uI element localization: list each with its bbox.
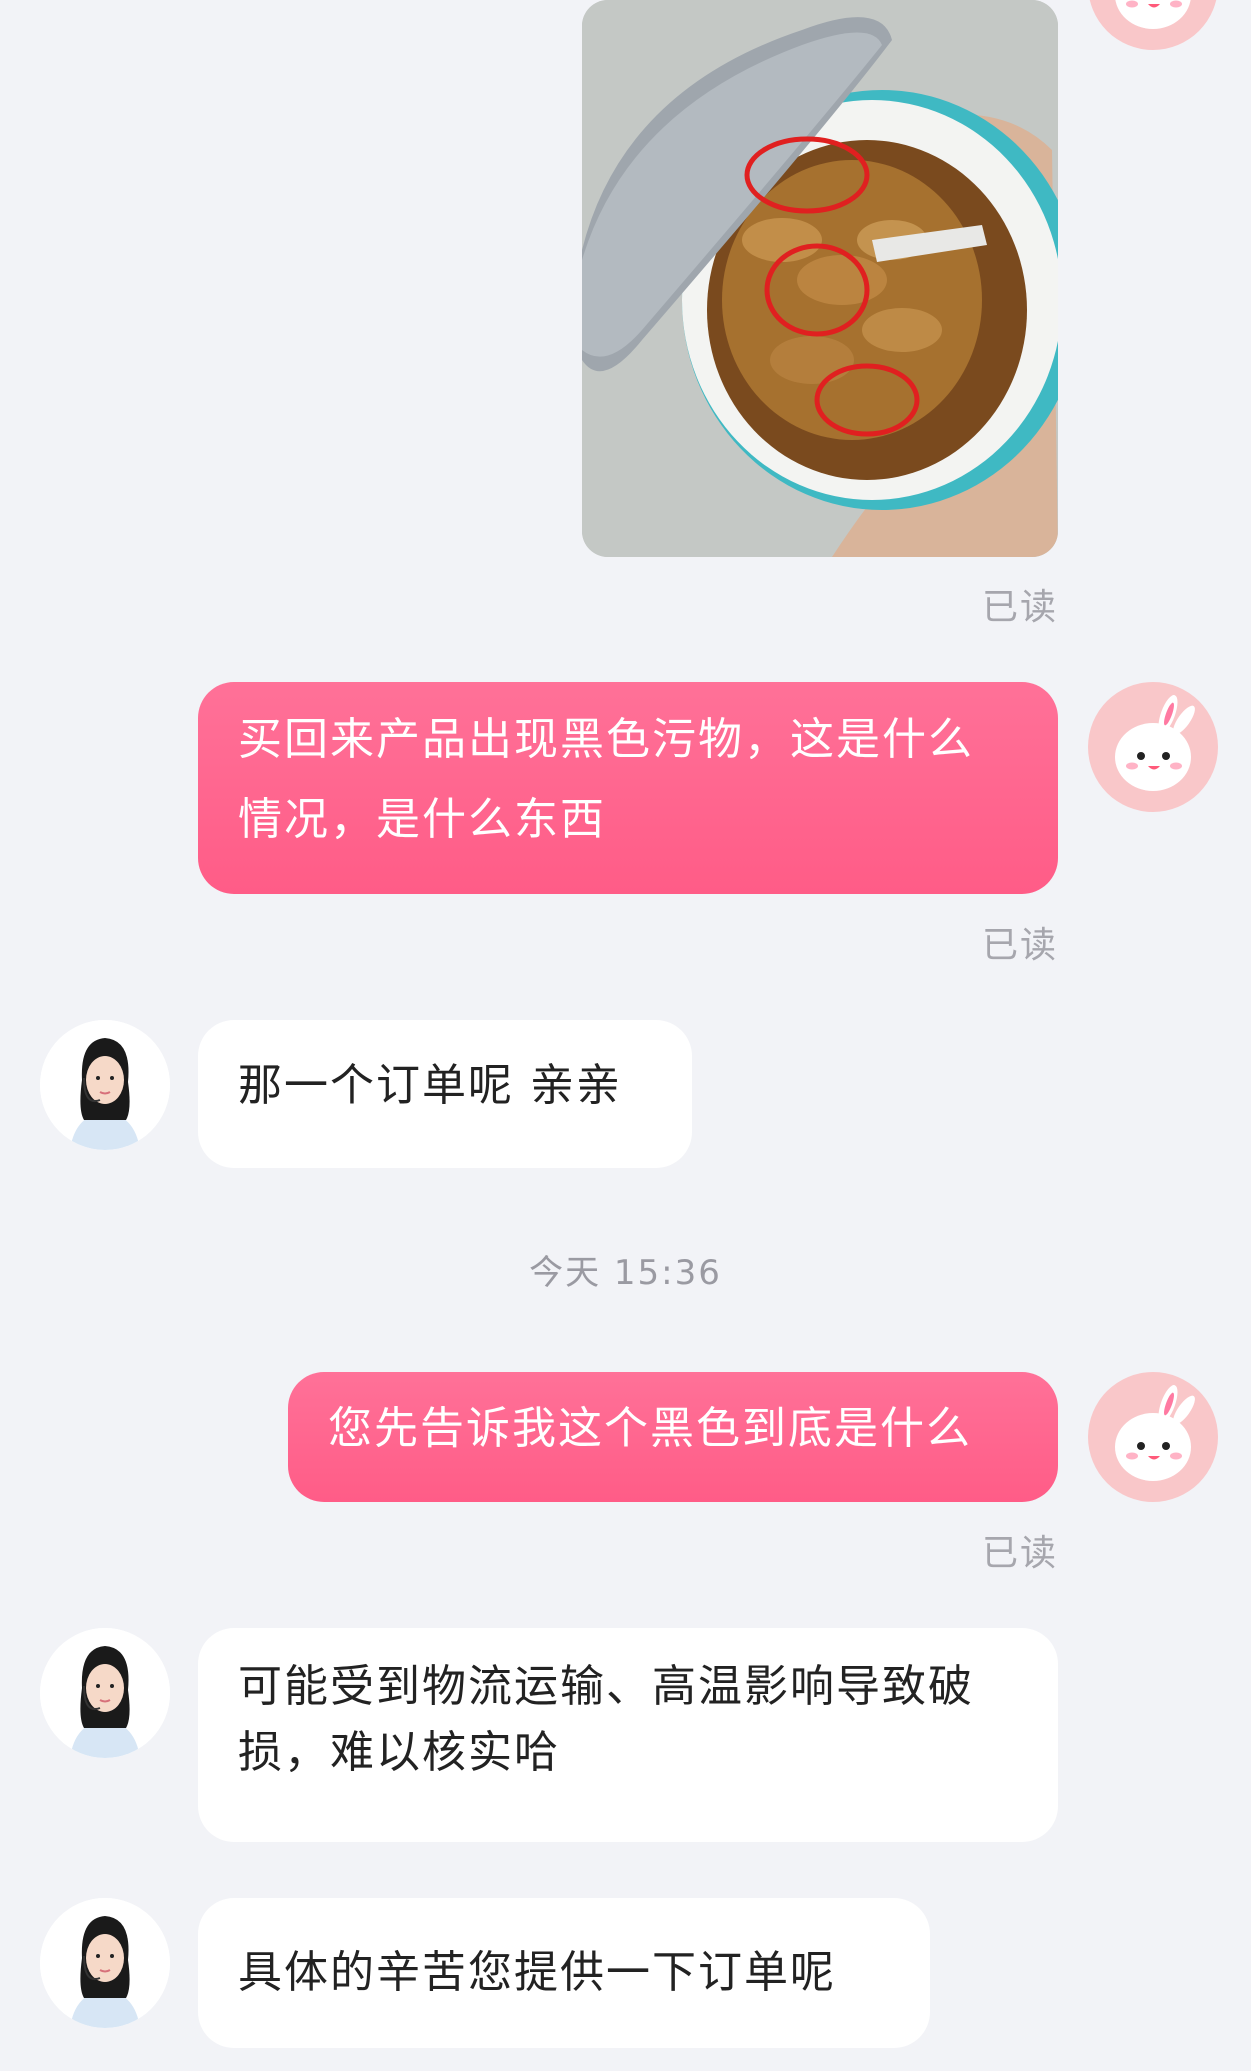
user-avatar[interactable] [1088,1372,1218,1502]
agent-avatar[interactable] [40,1898,170,2028]
incoming-message-bubble[interactable]: 那一个订单呢 亲亲 [198,1020,692,1168]
agent-avatar[interactable] [40,1628,170,1758]
product-photo-image [582,0,1058,557]
chat-timestamp: 今天 15:36 [529,1253,722,1293]
user-avatar[interactable] [1088,682,1218,812]
bunny-avatar-icon [1115,1385,1195,1481]
agent-avatar[interactable] [40,1020,170,1150]
read-receipt: 已读 [981,925,1058,966]
customer-service-agent-avatar [40,1020,170,1150]
customer-service-agent-avatar [40,1898,170,2028]
outgoing-message-bubble[interactable]: 买回来产品出现黑色污物，这是什么情况，是什么东西 [198,682,1058,894]
customer-service-agent-avatar [40,1628,170,1758]
bunny-avatar-icon [1115,0,1191,29]
message-text: 可能受到物流运输、高温影响导致破损，难以核实哈 [238,1661,974,1778]
read-receipt: 已读 [981,587,1058,628]
outgoing-message-bubble[interactable]: 您先告诉我这个黑色到底是什么 [288,1372,1058,1502]
message-text: 买回来产品出现黑色污物，这是什么情况，是什么东西 [238,714,974,845]
message-text: 您先告诉我这个黑色到底是什么 [328,1403,972,1454]
user-avatar[interactable] [1088,0,1218,50]
message-text: 那一个订单呢 亲亲 [238,1060,622,1111]
bunny-avatar-icon [1115,695,1195,791]
product-photo-message[interactable] [582,0,1058,557]
incoming-message-bubble[interactable]: 具体的辛苦您提供一下订单呢 [198,1898,930,2048]
read-receipt: 已读 [981,1533,1058,1574]
message-text: 具体的辛苦您提供一下订单呢 [238,1947,836,1998]
incoming-message-bubble[interactable]: 可能受到物流运输、高温影响导致破损，难以核实哈 [198,1628,1058,1842]
